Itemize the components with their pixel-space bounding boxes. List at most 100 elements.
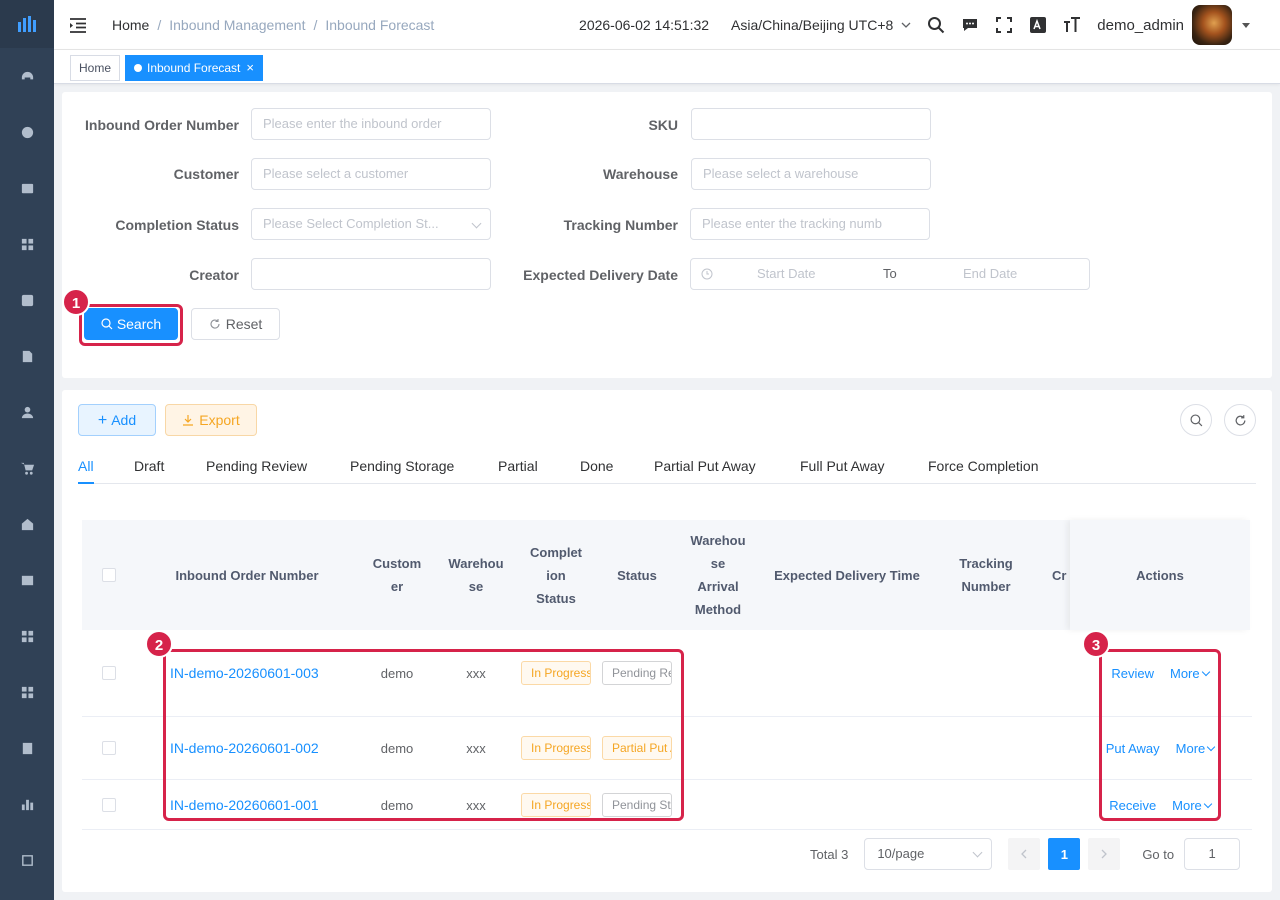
main-area: Home / Inbound Management / Inbound Fore… bbox=[54, 0, 1280, 900]
tag-inbound-forecast[interactable]: Inbound Forecast × bbox=[125, 55, 263, 81]
start-date-input[interactable]: Start Date bbox=[757, 259, 816, 289]
sidebar-item-user[interactable] bbox=[0, 384, 54, 440]
logo-icon[interactable] bbox=[0, 0, 54, 48]
annotation-badge-2: 2 bbox=[145, 630, 173, 658]
font-size-icon[interactable] bbox=[1063, 16, 1081, 34]
page-1-button[interactable]: 1 bbox=[1048, 838, 1081, 870]
tracking-number-input[interactable]: Please enter the tracking numb bbox=[690, 208, 930, 240]
completion-status-label: Completion Status bbox=[115, 217, 239, 233]
export-button[interactable]: Export bbox=[165, 404, 257, 436]
expected-date-label: Expected Delivery Date bbox=[523, 267, 678, 283]
caret-down-icon[interactable] bbox=[1242, 22, 1250, 28]
grid-icon bbox=[21, 238, 33, 250]
search-icon[interactable] bbox=[927, 16, 945, 34]
highlight-rows bbox=[163, 649, 684, 821]
timezone-select[interactable]: Asia/China/Beijing UTC+8 bbox=[731, 17, 893, 33]
sidebar-item-document[interactable] bbox=[0, 328, 54, 384]
close-icon[interactable]: × bbox=[246, 60, 254, 75]
username[interactable]: demo_admin bbox=[1097, 17, 1184, 34]
sidebar-item-table[interactable] bbox=[0, 552, 54, 608]
page-size-select[interactable]: 10/page bbox=[864, 838, 993, 870]
row-divider bbox=[82, 829, 1252, 830]
sidebar-item-apps-3[interactable] bbox=[0, 664, 54, 720]
sidebar-item-inventory[interactable] bbox=[0, 160, 54, 216]
end-date-input[interactable]: End Date bbox=[963, 259, 1017, 289]
message-icon[interactable] bbox=[961, 16, 979, 34]
table-icon bbox=[21, 575, 33, 585]
row-checkbox[interactable] bbox=[102, 798, 116, 812]
row-checkbox-cell bbox=[82, 630, 136, 716]
sidebar-item-chart[interactable] bbox=[0, 776, 54, 832]
row-checkbox[interactable] bbox=[102, 741, 116, 755]
header-text: Number bbox=[961, 579, 1011, 594]
avatar[interactable] bbox=[1192, 5, 1232, 45]
warehouse-select[interactable]: Please select a warehouse bbox=[691, 158, 931, 190]
tab-done[interactable]: Done bbox=[580, 458, 613, 474]
breadcrumb-inbound-management[interactable]: Inbound Management bbox=[169, 17, 305, 33]
chevron-down-icon[interactable] bbox=[901, 20, 911, 30]
plus-icon: + bbox=[97, 412, 108, 429]
header-text: Status bbox=[536, 590, 576, 606]
breadcrumb-separator: / bbox=[157, 17, 162, 33]
sku-input[interactable] bbox=[691, 108, 931, 140]
completion-status-select[interactable]: Please Select Completion St... bbox=[251, 208, 491, 240]
select-all-checkbox[interactable] bbox=[102, 568, 116, 582]
reset-button-label: Reset bbox=[225, 316, 263, 332]
chevron-down-icon bbox=[471, 218, 482, 229]
header-creator: Cr bbox=[1036, 520, 1070, 630]
clock-icon bbox=[701, 268, 713, 280]
toggle-search-button[interactable] bbox=[1180, 404, 1212, 436]
sidebar-item-dashboard[interactable] bbox=[0, 48, 54, 104]
sidebar-item-apps[interactable] bbox=[0, 216, 54, 272]
tab-pending-storage[interactable]: Pending Storage bbox=[350, 458, 454, 474]
sidebar-item-apps-2[interactable] bbox=[0, 608, 54, 664]
header-order-number: Inbound Order Number bbox=[136, 520, 358, 630]
tags-view: Home Inbound Forecast × bbox=[54, 50, 1280, 84]
total-count: Total 3 bbox=[810, 846, 849, 862]
breadcrumb-home[interactable]: Home bbox=[112, 17, 149, 33]
tab-draft[interactable]: Draft bbox=[134, 458, 164, 474]
warehouse-label: Warehouse bbox=[603, 166, 678, 182]
sidebar-item-storage[interactable] bbox=[0, 272, 54, 328]
translate-icon[interactable] bbox=[1029, 16, 1047, 34]
user-icon bbox=[21, 406, 33, 418]
tab-force-completion[interactable]: Force Completion bbox=[928, 458, 1039, 474]
header-completion-status: Complet ion Status bbox=[516, 520, 596, 630]
menu-toggle-icon[interactable] bbox=[68, 15, 88, 35]
sidebar-item-home[interactable] bbox=[0, 496, 54, 552]
sidebar-item-cart[interactable] bbox=[0, 440, 54, 496]
sidebar-item-report[interactable] bbox=[0, 720, 54, 776]
refresh-button[interactable] bbox=[1224, 404, 1256, 436]
grid-icon bbox=[21, 686, 33, 698]
reset-button[interactable]: Reset bbox=[191, 308, 280, 340]
add-button[interactable]: + Add bbox=[78, 404, 156, 436]
navbar-right: 2026-06-02 14:51:32 Asia/China/Beijing U… bbox=[579, 0, 1250, 50]
prev-page-button[interactable] bbox=[1008, 838, 1041, 870]
header-text: Complet bbox=[530, 544, 582, 560]
tab-full-put-away[interactable]: Full Put Away bbox=[800, 458, 885, 474]
creator-label: Creator bbox=[189, 267, 239, 283]
fullscreen-icon[interactable] bbox=[995, 16, 1013, 34]
tab-partial-put-away[interactable]: Partial Put Away bbox=[654, 458, 756, 474]
row-checkbox-cell bbox=[82, 717, 136, 779]
header-text: ion bbox=[546, 567, 566, 583]
tab-all[interactable]: All bbox=[78, 458, 94, 474]
tab-partial[interactable]: Partial bbox=[498, 458, 538, 474]
header-actions: Actions bbox=[1070, 520, 1250, 630]
header-text: er bbox=[390, 579, 404, 594]
range-separator: To bbox=[883, 266, 897, 281]
order-number-input[interactable]: Please enter the inbound order bbox=[251, 108, 491, 140]
goto-page-input[interactable]: 1 bbox=[1184, 838, 1241, 870]
creator-input[interactable] bbox=[251, 258, 491, 290]
refresh-icon bbox=[1235, 414, 1245, 425]
add-button-label: Add bbox=[111, 412, 137, 428]
sidebar-item-edit[interactable] bbox=[0, 832, 54, 888]
completion-status-placeholder: Please Select Completion St... bbox=[263, 216, 439, 231]
expected-date-range[interactable]: Start Date To End Date bbox=[690, 258, 1090, 290]
customer-select[interactable]: Please select a customer bbox=[251, 158, 491, 190]
sidebar-item-globe[interactable] bbox=[0, 104, 54, 160]
row-checkbox[interactable] bbox=[102, 666, 116, 680]
next-page-button[interactable] bbox=[1088, 838, 1121, 870]
tab-pending-review[interactable]: Pending Review bbox=[206, 458, 307, 474]
tag-home[interactable]: Home bbox=[70, 55, 121, 81]
